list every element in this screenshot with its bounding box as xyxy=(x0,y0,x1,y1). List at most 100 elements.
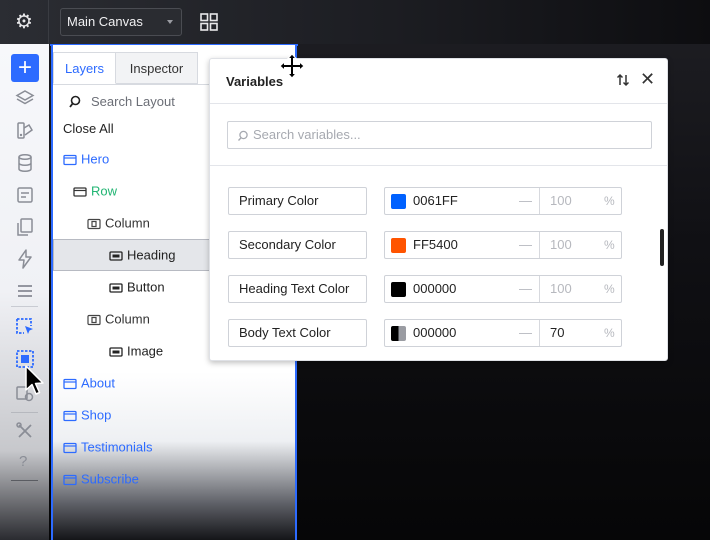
rail-divider xyxy=(11,306,38,307)
color-swatch[interactable] xyxy=(391,326,406,341)
tree-item[interactable]: Shop xyxy=(63,399,111,431)
tree-item[interactable]: Button xyxy=(109,271,165,303)
opacity-unit: % xyxy=(604,238,615,252)
help-icon[interactable]: ? xyxy=(19,453,27,470)
tree-item-label: Button xyxy=(127,279,165,295)
tree-item-label: Row xyxy=(91,183,118,199)
layer-type-icon xyxy=(73,186,87,197)
close-all-button[interactable]: Close All xyxy=(63,120,114,138)
variable-row: Body Text Color 000000 — 70% xyxy=(228,319,628,347)
scrollbar[interactable] xyxy=(660,229,664,266)
separator-dash: — xyxy=(519,193,532,208)
tree-item-label: Subscribe xyxy=(81,471,139,487)
tree-item[interactable]: Heading xyxy=(109,239,175,271)
hex-value: FF5400 xyxy=(413,237,458,252)
hex-value: 0061FF xyxy=(413,193,458,208)
hex-value: 000000 xyxy=(413,281,457,296)
tree-item[interactable]: About xyxy=(63,367,115,399)
variables-dialog: Variables ✕ Search variables... Primary … xyxy=(209,58,668,361)
variables-search-placeholder: Search variables... xyxy=(253,127,361,142)
variable-value-field[interactable]: 000000 — 70% xyxy=(384,319,622,347)
tree-item-label: Heading xyxy=(127,247,176,263)
layer-type-icon xyxy=(63,442,77,453)
variable-name-field[interactable]: Primary Color xyxy=(228,187,367,215)
pages-icon[interactable] xyxy=(14,216,36,238)
color-swatch[interactable] xyxy=(391,282,406,297)
tree-item-label: Column xyxy=(105,215,150,231)
variable-value-field[interactable]: 0061FF — 100% xyxy=(384,187,622,215)
tree-item-label: Column xyxy=(105,311,150,327)
tree-item[interactable]: Hero xyxy=(63,143,109,175)
lightning-icon[interactable] xyxy=(14,248,36,270)
tree-item[interactable]: Subscribe xyxy=(63,463,139,495)
list-icon[interactable] xyxy=(14,280,36,302)
separator-dash: — xyxy=(519,281,532,296)
layer-type-icon xyxy=(87,314,101,325)
grid-view-icon[interactable] xyxy=(200,13,218,31)
color-swatch[interactable] xyxy=(391,238,406,253)
color-swatch[interactable] xyxy=(391,194,406,209)
canvas-selector[interactable]: Main Canvas xyxy=(60,8,182,36)
opacity-value[interactable]: 70 xyxy=(550,320,564,346)
layer-type-icon xyxy=(87,218,101,229)
gear-icon[interactable]: ⚙ xyxy=(13,11,35,33)
add-element-button[interactable]: + xyxy=(11,54,39,82)
tab-inspector[interactable]: Inspector xyxy=(116,52,198,84)
variable-name-field[interactable]: Secondary Color xyxy=(228,231,367,259)
layer-type-icon xyxy=(63,154,77,165)
opacity-unit: % xyxy=(604,326,615,340)
tab-layers[interactable]: Layers xyxy=(53,52,116,84)
database-icon[interactable] xyxy=(14,152,36,174)
select-frame-icon[interactable] xyxy=(14,316,36,338)
app-window: ⚙ Main Canvas + ? Layers Inspector Searc… xyxy=(0,0,710,540)
layer-type-icon xyxy=(109,282,123,293)
divider xyxy=(210,103,667,104)
variable-name-field[interactable]: Body Text Color xyxy=(228,319,367,347)
divider xyxy=(539,320,540,346)
layout-search-placeholder: Search Layout xyxy=(91,94,175,109)
opacity-value[interactable]: 100 xyxy=(550,232,572,258)
rail-divider xyxy=(11,412,38,413)
opacity-unit: % xyxy=(604,282,615,296)
tree-item[interactable]: Column xyxy=(87,207,150,239)
variable-row: Heading Text Color 000000 — 100% xyxy=(228,275,628,303)
tree-item-label: Shop xyxy=(81,407,112,423)
variable-value-field[interactable]: FF5400 — 100% xyxy=(384,231,622,259)
divider xyxy=(539,276,540,302)
close-icon[interactable]: ✕ xyxy=(640,69,655,90)
divider xyxy=(48,0,49,44)
separator-dash: — xyxy=(519,325,532,340)
tree-item[interactable]: Column xyxy=(87,303,150,335)
rail-divider xyxy=(11,480,38,481)
variable-row: Secondary Color FF5400 — 100% xyxy=(228,231,628,259)
tree-item[interactable]: Testimonials xyxy=(63,431,153,463)
canvas-selector-label: Main Canvas xyxy=(67,14,143,29)
layer-type-icon xyxy=(109,250,123,261)
arrow-cursor-icon xyxy=(25,365,44,395)
dialog-title: Variables xyxy=(226,74,284,89)
layer-type-icon xyxy=(63,410,77,421)
opacity-unit: % xyxy=(604,194,615,208)
tree-item[interactable]: Image xyxy=(109,335,163,367)
layer-type-icon xyxy=(63,474,77,485)
tree-item[interactable]: Row xyxy=(73,175,117,207)
opacity-value[interactable]: 100 xyxy=(550,276,572,302)
move-cursor-icon xyxy=(279,53,305,79)
layer-type-icon xyxy=(63,378,77,389)
top-bar: ⚙ Main Canvas xyxy=(0,0,710,44)
divider xyxy=(539,232,540,258)
variable-name-field[interactable]: Heading Text Color xyxy=(228,275,367,303)
tools-icon[interactable] xyxy=(14,420,36,442)
variables-search-input[interactable]: Search variables... xyxy=(227,121,652,149)
variable-value-field[interactable]: 000000 — 100% xyxy=(384,275,622,303)
layers-icon[interactable] xyxy=(14,88,36,110)
search-icon xyxy=(237,130,248,141)
form-icon[interactable] xyxy=(14,184,36,206)
style-guide-icon[interactable] xyxy=(14,120,36,142)
opacity-value[interactable]: 100 xyxy=(550,188,572,214)
variable-row: Primary Color 0061FF — 100% xyxy=(228,187,628,215)
sort-icon[interactable] xyxy=(616,73,630,87)
tree-item-label: About xyxy=(81,375,115,391)
hex-value: 000000 xyxy=(413,325,457,340)
chevron-down-icon xyxy=(167,20,173,24)
